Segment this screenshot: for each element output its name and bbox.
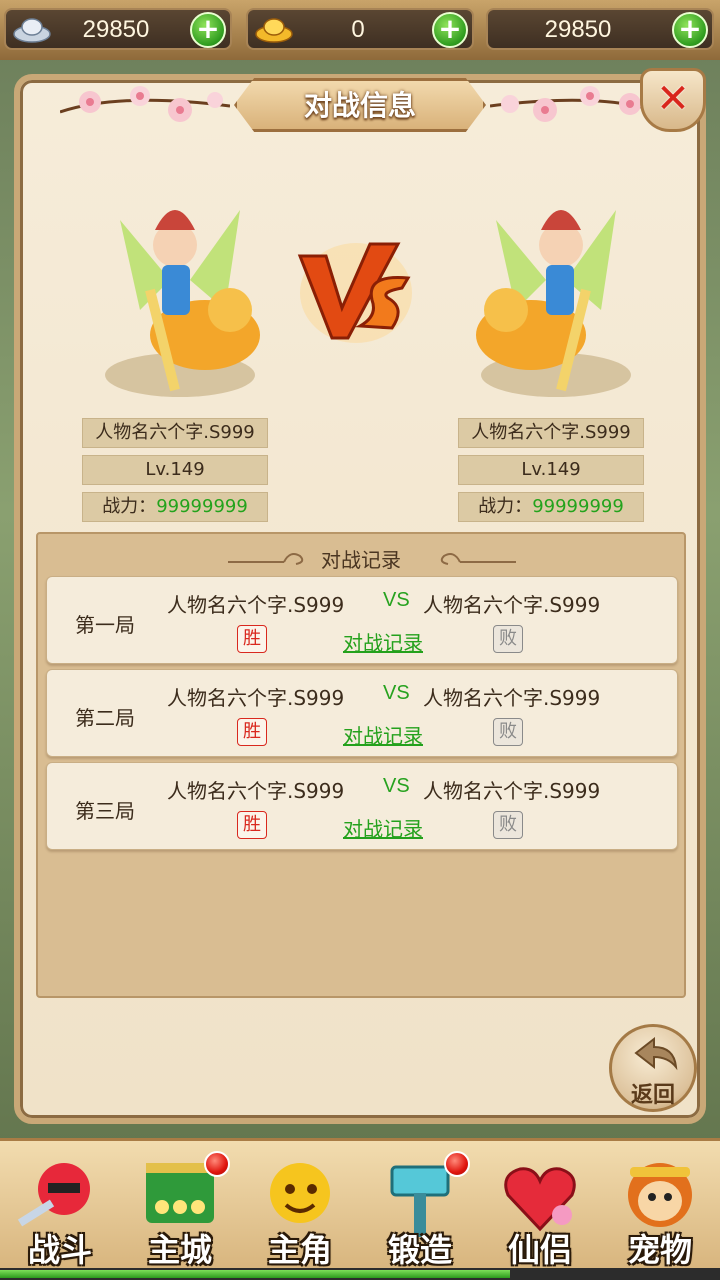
round-label: 第二局 (75, 706, 135, 730)
lose-badge: 败 (493, 718, 523, 746)
player1-name: 人物名六个字.S999 (167, 779, 345, 803)
nav-pet-label: 宠物 (627, 1231, 692, 1269)
close-icon: ✕ (656, 76, 690, 122)
vs-text: VS (383, 775, 410, 797)
round-row: 第一局 人物名六个字.S999 VS 人物名六个字.S999 胜 对战记录 败 (46, 576, 678, 664)
round-row: 第三局 人物名六个字.S999 VS 人物名六个字.S999 胜 对战记录 败 (46, 762, 678, 850)
left-fighter-level: Lv.149 (82, 455, 268, 485)
add-third-currency-button[interactable]: + (672, 12, 708, 48)
plum-blossom-decoration (60, 86, 230, 122)
vs-emblem (297, 242, 412, 343)
lose-badge: 败 (493, 625, 523, 653)
third-amount: 29850 (544, 16, 612, 43)
gold-currency: 0 + (246, 8, 474, 50)
experience-bar (0, 1268, 720, 1280)
panel-title-plate: 对战信息 (234, 78, 486, 132)
battle-record-link[interactable]: 对战记录 (343, 627, 423, 656)
nav-battle[interactable]: 战斗 (4, 1149, 116, 1269)
player2-name: 人物名六个字.S999 (423, 686, 601, 710)
battle-record-link[interactable]: 对战记录 (343, 813, 423, 842)
right-fighter-name: 人物名六个字.S999 (458, 418, 644, 448)
back-label: 返回 (630, 1083, 675, 1108)
notification-dot (204, 1151, 230, 1177)
power-label: 战力： (102, 496, 157, 517)
player1-name: 人物名六个字.S999 (167, 686, 345, 710)
silver-ingot-icon (13, 18, 51, 43)
nav-companion-label: 仙侣 (507, 1231, 572, 1269)
lose-badge: 败 (493, 811, 523, 839)
back-button[interactable]: 返回 (609, 1024, 697, 1112)
left-fighter-name: 人物名六个字.S999 (82, 418, 268, 448)
power-value: 99999999 (532, 496, 624, 517)
panel-title: 对战信息 (303, 89, 416, 122)
currency-bar: 29850 + 0 + 29850 + (0, 0, 720, 60)
cloud-ornament-right (440, 553, 516, 565)
nav-main-city-label: 主城 (147, 1231, 212, 1269)
battle-record-link[interactable]: 对战记录 (343, 720, 423, 749)
power-value: 99999999 (156, 496, 248, 517)
left-fighter-avatar (105, 210, 260, 397)
player2-name: 人物名六个字.S999 (423, 779, 601, 803)
win-badge: 胜 (237, 811, 267, 839)
player2-name: 人物名六个字.S999 (423, 593, 601, 617)
win-badge: 胜 (237, 718, 267, 746)
gold-ingot-icon (255, 18, 293, 43)
back-arrow-icon (634, 1037, 678, 1071)
player1-name: 人物名六个字.S999 (167, 593, 345, 617)
vs-text: VS (383, 682, 410, 704)
silver-currency: 29850 + (4, 8, 232, 50)
nav-hero-label: 主角 (267, 1231, 332, 1269)
power-label: 战力： (478, 496, 533, 517)
nav-companion[interactable]: 仙侣 (484, 1149, 596, 1269)
win-badge: 胜 (237, 625, 267, 653)
battle-records-box: 对战记录 第一局 人物名六个字.S999 VS 人物名六个字.S999 胜 对战… (36, 532, 686, 998)
add-gold-button[interactable]: + (432, 12, 468, 48)
nav-pet[interactable]: 宠物 (604, 1149, 716, 1269)
bottom-navigation: 战斗 主城 主角 锻造 仙侣 宠物 (0, 1138, 720, 1280)
gold-amount: 0 (351, 16, 365, 43)
right-fighter-avatar (476, 210, 631, 397)
nav-forge[interactable]: 锻造 (364, 1149, 476, 1269)
third-currency: 29850 + (486, 8, 714, 50)
nav-forge-label: 锻造 (387, 1231, 452, 1269)
add-silver-button[interactable]: + (190, 12, 226, 48)
right-fighter-level: Lv.149 (458, 455, 644, 485)
left-fighter-power: 战力：99999999 (82, 492, 268, 522)
experience-fill (0, 1270, 510, 1278)
nav-main-city[interactable]: 主城 (124, 1149, 236, 1269)
round-label: 第三局 (75, 799, 135, 823)
silver-amount: 29850 (82, 16, 150, 43)
close-button[interactable]: ✕ (640, 68, 706, 132)
records-title: 对战记录 (321, 548, 401, 572)
round-row: 第二局 人物名六个字.S999 VS 人物名六个字.S999 胜 对战记录 败 (46, 669, 678, 757)
notification-dot (444, 1151, 470, 1177)
nav-battle-label: 战斗 (27, 1231, 92, 1269)
vs-text: VS (383, 589, 410, 611)
nav-hero[interactable]: 主角 (244, 1149, 356, 1269)
plum-blossom-decoration-right (490, 86, 660, 122)
round-label: 第一局 (75, 613, 135, 637)
right-fighter-power: 战力：99999999 (458, 492, 644, 522)
